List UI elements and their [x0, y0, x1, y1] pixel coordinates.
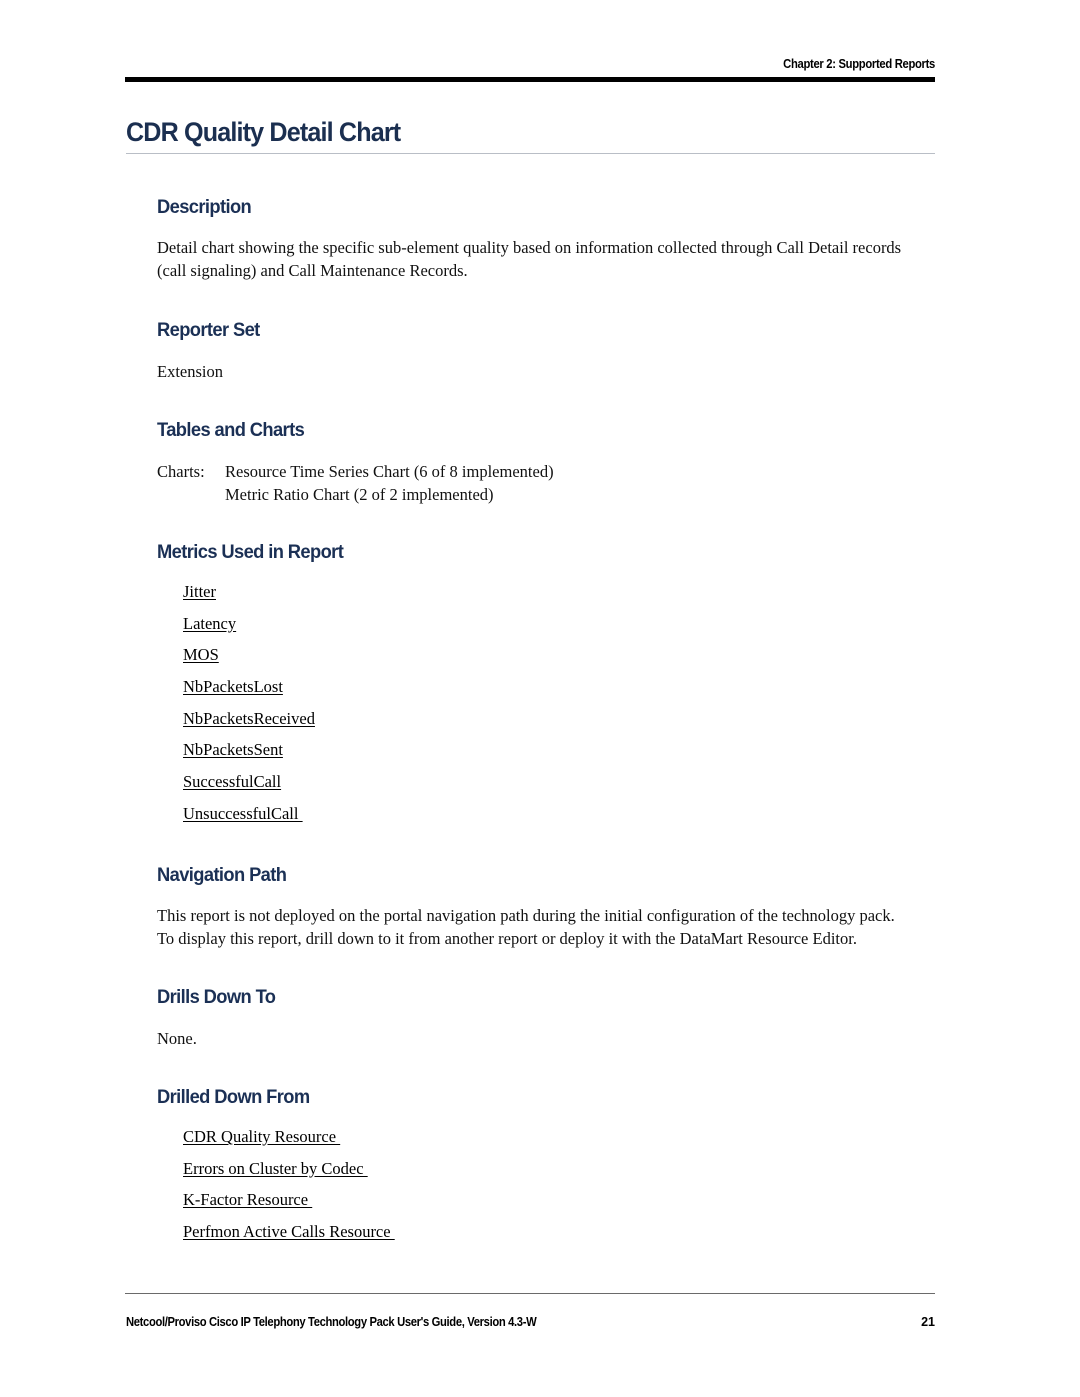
footer-page-number: 21 — [921, 1315, 935, 1329]
drilled-from-link-perfmon-active-calls-resource[interactable]: Perfmon Active Calls Resource — [183, 1222, 395, 1241]
header-divider — [125, 77, 935, 82]
section-heading-metrics-used: Metrics Used in Report — [157, 541, 344, 563]
section-metrics-used: Metrics Used in Report Jitter Latency MO… — [157, 541, 355, 836]
metric-link-latency[interactable]: Latency — [183, 614, 236, 633]
list-item[interactable]: NbPacketsReceived — [183, 709, 355, 741]
charts-label: Charts: — [157, 462, 205, 481]
section-description: Description Detail chart showing the spe… — [157, 196, 901, 282]
list-item[interactable]: NbPacketsLost — [183, 677, 355, 709]
footer-divider — [125, 1293, 935, 1294]
metric-link-successfulcall[interactable]: SuccessfulCall — [183, 772, 281, 791]
section-heading-drills-down-to: Drills Down To — [157, 986, 276, 1008]
section-heading-navigation-path: Navigation Path — [157, 864, 287, 886]
charts-item-1: Resource Time Series Chart (6 of 8 imple… — [225, 462, 554, 481]
section-navigation-path: Navigation Path This report is not deplo… — [157, 864, 895, 950]
list-item[interactable]: NbPacketsSent — [183, 740, 355, 772]
list-item[interactable]: Latency — [183, 614, 355, 646]
description-line-2: (call signaling) and Call Maintenance Re… — [157, 260, 468, 280]
running-header-chapter: Chapter 2: Supported Reports — [783, 57, 935, 71]
section-heading-tables-and-charts: Tables and Charts — [157, 419, 305, 441]
drilled-from-link-k-factor-resource[interactable]: K-Factor Resource — [183, 1190, 312, 1209]
list-item[interactable]: SuccessfulCall — [183, 772, 355, 804]
section-heading-description: Description — [157, 196, 252, 218]
section-tables-and-charts: Tables and Charts Charts: Resource Time … — [157, 419, 554, 506]
drills-down-to-value: None. — [157, 1029, 197, 1048]
section-drilled-down-from: Drilled Down From CDR Quality Resource E… — [157, 1086, 395, 1254]
list-item[interactable]: K-Factor Resource — [183, 1190, 395, 1222]
description-line-1: Detail chart showing the specific sub-el… — [157, 238, 902, 257]
drilled-from-link-cdr-quality-resource[interactable]: CDR Quality Resource — [183, 1127, 340, 1146]
metrics-link-list: Jitter Latency MOS NbPacketsLost NbPacke… — [183, 582, 355, 836]
drilled-from-link-errors-on-cluster-by-codec[interactable]: Errors on Cluster by Codec — [183, 1159, 368, 1178]
section-reporter-set: Reporter Set Extension — [157, 319, 266, 383]
navigation-path-line-2: To display this report, drill down to it… — [157, 928, 857, 948]
list-item[interactable]: Perfmon Active Calls Resource — [183, 1222, 395, 1254]
section-drills-down-to: Drills Down To None. — [157, 986, 283, 1050]
page-title: CDR Quality Detail Chart — [126, 117, 401, 147]
list-item[interactable]: Errors on Cluster by Codec — [183, 1159, 395, 1191]
list-item[interactable]: UnsuccessfulCall — [183, 804, 355, 836]
metric-link-unsuccessfulcall[interactable]: UnsuccessfulCall — [183, 804, 303, 823]
reporter-set-value: Extension — [157, 362, 223, 381]
title-divider — [126, 153, 935, 154]
charts-label-spacer — [157, 484, 225, 507]
charts-item-2: Metric Ratio Chart (2 of 2 implemented) — [225, 484, 494, 504]
footer-guide-title: Netcool/Proviso Cisco IP Telephony Techn… — [126, 1315, 537, 1329]
list-item[interactable]: MOS — [183, 645, 355, 677]
section-heading-reporter-set: Reporter Set — [157, 319, 260, 341]
section-heading-drilled-down-from: Drilled Down From — [157, 1086, 310, 1108]
metric-link-nbpacketslost[interactable]: NbPacketsLost — [183, 677, 283, 696]
charts-list: Charts: Resource Time Series Chart (6 of… — [157, 461, 554, 506]
metric-link-jitter[interactable]: Jitter — [183, 582, 216, 601]
metric-link-nbpacketsreceived[interactable]: NbPacketsReceived — [183, 709, 315, 728]
navigation-path-paragraph: This report is not deployed on the porta… — [157, 905, 895, 950]
navigation-path-line-1: This report is not deployed on the porta… — [157, 906, 895, 925]
drilled-down-from-link-list: CDR Quality Resource Errors on Cluster b… — [183, 1127, 395, 1254]
list-item[interactable]: CDR Quality Resource — [183, 1127, 395, 1159]
list-item[interactable]: Jitter — [183, 582, 355, 614]
metric-link-nbpacketssent[interactable]: NbPacketsSent — [183, 740, 283, 759]
description-paragraph: Detail chart showing the specific sub-el… — [157, 237, 901, 282]
metric-link-mos[interactable]: MOS — [183, 645, 219, 664]
document-page: Chapter 2: Supported Reports CDR Quality… — [0, 0, 1080, 1397]
